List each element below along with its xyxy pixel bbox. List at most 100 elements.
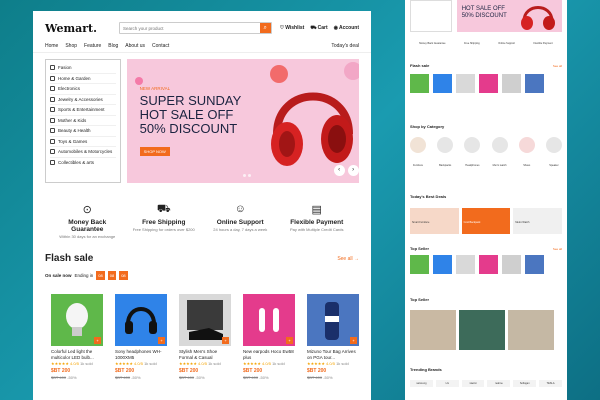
hero-banner[interactable]: NEW ARRIVAL SUPER SUNDAY HOT SALE OFF 50… bbox=[126, 59, 359, 183]
nav-feature[interactable]: Feature bbox=[84, 43, 101, 49]
wishlist-label: Wishlist bbox=[285, 25, 305, 31]
product-image[interactable]: + bbox=[115, 294, 167, 346]
support-icon: ☺ bbox=[234, 203, 246, 215]
category-item[interactable]: Toys & Games bbox=[50, 137, 116, 147]
wishlist-link[interactable]: ♡ Wishlist bbox=[280, 25, 305, 32]
account-link[interactable]: ◉ Account bbox=[334, 25, 359, 32]
category-item[interactable]: Fasion bbox=[50, 63, 116, 74]
see-all-link[interactable]: See all → bbox=[337, 256, 359, 262]
product-discount: -50% bbox=[259, 375, 269, 380]
nav-todays-deal[interactable]: Today's deal bbox=[331, 43, 359, 49]
category-icon bbox=[50, 128, 55, 134]
preview-category[interactable]: Shoes bbox=[518, 137, 535, 171]
product-sold: 1k sold bbox=[336, 361, 349, 366]
preview-brand[interactable]: LG bbox=[435, 380, 459, 387]
shop-now-button[interactable]: SHOP NOW bbox=[139, 147, 170, 156]
add-to-cart-icon[interactable]: + bbox=[286, 337, 293, 344]
search-icon[interactable]: ⌕ bbox=[259, 23, 271, 33]
product-image[interactable]: + bbox=[307, 294, 359, 346]
preview-category[interactable]: Furniture bbox=[410, 137, 426, 171]
feature-online-support: ☺ Online Support 24 hours a day, 7 days … bbox=[205, 203, 275, 239]
nav-shop[interactable]: Shop bbox=[65, 43, 77, 49]
product-sold: 1k sold bbox=[80, 361, 93, 366]
preview-brand[interactable]: Sollogan bbox=[513, 380, 537, 387]
countdown-hours: 08 bbox=[96, 271, 105, 280]
cart-link[interactable]: ⛟ Cart bbox=[310, 25, 327, 32]
preview-category[interactable]: Headphones bbox=[464, 137, 481, 171]
preview-see-all[interactable]: See all bbox=[553, 247, 562, 251]
preview-room-image[interactable] bbox=[459, 310, 505, 350]
add-to-cart-icon[interactable]: + bbox=[158, 337, 165, 344]
category-item[interactable]: Collectibles & arts bbox=[50, 158, 116, 169]
product-image[interactable]: + bbox=[179, 294, 231, 346]
nav-about[interactable]: About us bbox=[125, 43, 145, 49]
category-item[interactable]: Home & Garden bbox=[50, 74, 116, 84]
next-arrow-icon[interactable]: › bbox=[347, 165, 359, 176]
carousel-dots[interactable] bbox=[242, 174, 251, 177]
prev-arrow-icon[interactable]: ‹ bbox=[333, 165, 345, 176]
product-card[interactable]: + Mizuno Tour Bag Arrives on PGA tour...… bbox=[307, 294, 359, 380]
add-to-cart-icon[interactable]: + bbox=[94, 337, 101, 344]
category-item[interactable]: Beauty & Health bbox=[50, 126, 116, 137]
product-image[interactable]: + bbox=[51, 294, 103, 346]
ending-label: Ending in bbox=[74, 273, 94, 278]
category-icon bbox=[50, 86, 55, 92]
product-rating: ★★★★★ 4.0/5 bbox=[307, 361, 335, 366]
preview-thumb[interactable] bbox=[433, 255, 452, 274]
preview-brand[interactable]: samsung bbox=[410, 380, 433, 387]
search-input[interactable] bbox=[119, 23, 260, 33]
preview-thumb[interactable] bbox=[410, 74, 429, 93]
feature-desc: 24 hours a day, 7 days a week bbox=[213, 227, 268, 232]
preview-brand[interactable]: TESLA bbox=[539, 380, 562, 387]
preview-room-image[interactable] bbox=[508, 310, 554, 350]
preview-thumb[interactable] bbox=[502, 255, 521, 274]
preview-thumb[interactable] bbox=[479, 74, 498, 93]
product-card[interactable]: + Stylish Men's Shoe Formal & Casual ★★★… bbox=[179, 294, 231, 380]
main-nav: Home Shop Feature Blog About us Contact … bbox=[33, 39, 371, 53]
category-item[interactable]: Electronics bbox=[50, 84, 116, 95]
preview-brand[interactable]: realme bbox=[487, 380, 511, 387]
preview-thumb[interactable] bbox=[410, 255, 429, 274]
preview-top-seller-title: Top Seller bbox=[410, 297, 430, 302]
full-page-preview: HOT SALE OFF 50% DISCOUNT Money Back Gua… bbox=[405, 0, 567, 400]
product-card[interactable]: + New earpods Hoco Ew58 plus ★★★★★ 4.0/5… bbox=[243, 294, 295, 380]
category-icon bbox=[50, 138, 55, 144]
category-label: Fasion bbox=[58, 65, 72, 71]
category-item[interactable]: Jewelry & Accessories bbox=[50, 95, 116, 105]
brand-logo[interactable]: Wemart. bbox=[45, 22, 97, 35]
preview-rooms bbox=[410, 310, 562, 350]
preview-thumb[interactable] bbox=[479, 255, 498, 274]
preview-room-image[interactable] bbox=[410, 310, 456, 350]
category-item[interactable]: Mother & Kids bbox=[50, 116, 116, 126]
nav-home[interactable]: Home bbox=[45, 43, 58, 49]
add-to-cart-icon[interactable]: + bbox=[222, 337, 229, 344]
product-card[interactable]: + Sony headphones WH-1000XM5 ★★★★★ 4.0/5… bbox=[115, 294, 167, 380]
category-item[interactable]: Automobiles & Motorcycles bbox=[50, 147, 116, 158]
preview-brand[interactable]: xiaomi bbox=[461, 380, 485, 387]
preview-top-seller-title: Top Seller bbox=[410, 246, 430, 251]
preview-category[interactable]: Speaker bbox=[545, 137, 562, 171]
preview-thumb[interactable] bbox=[433, 74, 452, 93]
preview-category[interactable]: Backpacks bbox=[437, 137, 454, 171]
product-image[interactable]: + bbox=[243, 294, 295, 346]
preview-thumb[interactable] bbox=[525, 74, 544, 93]
preview-deal-card[interactable]: Smart Furniture bbox=[410, 208, 459, 234]
preview-thumb[interactable] bbox=[502, 74, 521, 93]
preview-see-all[interactable]: See all bbox=[553, 64, 562, 68]
add-to-cart-icon[interactable]: + bbox=[350, 337, 357, 344]
category-item[interactable]: Sports & Entertainment bbox=[50, 105, 116, 116]
category-label: Electronics bbox=[58, 86, 81, 92]
product-card[interactable]: + Colorful Led light the multicolor LED … bbox=[51, 294, 103, 380]
nav-contact[interactable]: Contact bbox=[152, 43, 169, 49]
preview-deal-card[interactable]: Metro Watch bbox=[513, 208, 563, 234]
preview-deal-card[interactable]: Cool Backpack bbox=[461, 208, 511, 234]
preview-category-label: Men's watch bbox=[492, 164, 507, 167]
nav-blog[interactable]: Blog bbox=[108, 43, 118, 49]
product-discount: -50% bbox=[323, 375, 333, 380]
preview-thumb[interactable] bbox=[456, 74, 475, 93]
product-discount: -50% bbox=[67, 375, 77, 380]
preview-thumb[interactable] bbox=[525, 255, 544, 274]
product-old-price: $BT 400 bbox=[115, 375, 131, 380]
preview-category[interactable]: Men's watch bbox=[491, 137, 508, 171]
preview-thumb[interactable] bbox=[456, 255, 475, 274]
